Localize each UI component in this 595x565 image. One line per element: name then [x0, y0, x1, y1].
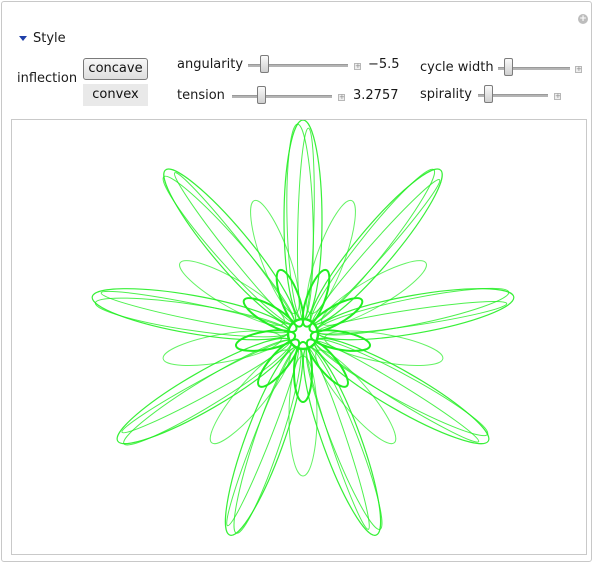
petal-loop: [224, 346, 304, 536]
petal-loop: [316, 288, 515, 341]
manipulate-panel: + Style inflection concave convex angula…: [1, 1, 592, 562]
angularity-slider-thumb[interactable]: [260, 55, 269, 73]
spirality-expand-icon[interactable]: +: [554, 93, 561, 100]
rosette-loops: [91, 120, 515, 536]
output-graphic: [11, 119, 587, 555]
petal-loop: [91, 288, 290, 341]
cycle-width-expand-icon[interactable]: +: [575, 66, 582, 73]
star-rosette-figure: [91, 120, 515, 536]
spirality-label: spirality: [420, 87, 472, 102]
convex-button[interactable]: convex: [83, 84, 148, 106]
cycle-width-slider-thumb[interactable]: [504, 58, 513, 76]
angularity-value: −5.5: [368, 57, 400, 72]
tension-label: tension: [177, 88, 225, 103]
expand-icon[interactable]: +: [578, 14, 588, 24]
petal-loop: [233, 346, 302, 534]
style-section-header[interactable]: Style: [19, 30, 66, 46]
petal-loop: [321, 260, 427, 326]
petal-loop: [311, 179, 441, 325]
petal-loop: [306, 199, 356, 315]
concave-button[interactable]: concave: [83, 58, 148, 80]
petal-loop: [94, 297, 290, 338]
cycle-width-label: cycle width: [420, 60, 494, 75]
angularity-expand-icon[interactable]: +: [354, 63, 361, 70]
tension-expand-icon[interactable]: +: [338, 94, 345, 101]
tension-slider-track[interactable]: [232, 95, 332, 98]
spirality-slider-thumb[interactable]: [484, 85, 493, 103]
petal-loop: [314, 340, 480, 443]
angularity-label: angularity: [177, 57, 244, 72]
inflection-label: inflection: [17, 71, 78, 86]
tension-slider-thumb[interactable]: [257, 86, 266, 104]
tension-value: 3.2757: [353, 88, 399, 103]
petal-loop: [209, 349, 291, 445]
disclosure-triangle-icon[interactable]: [19, 35, 27, 41]
petal-loop: [314, 337, 490, 445]
style-section-label: Style: [33, 30, 66, 46]
